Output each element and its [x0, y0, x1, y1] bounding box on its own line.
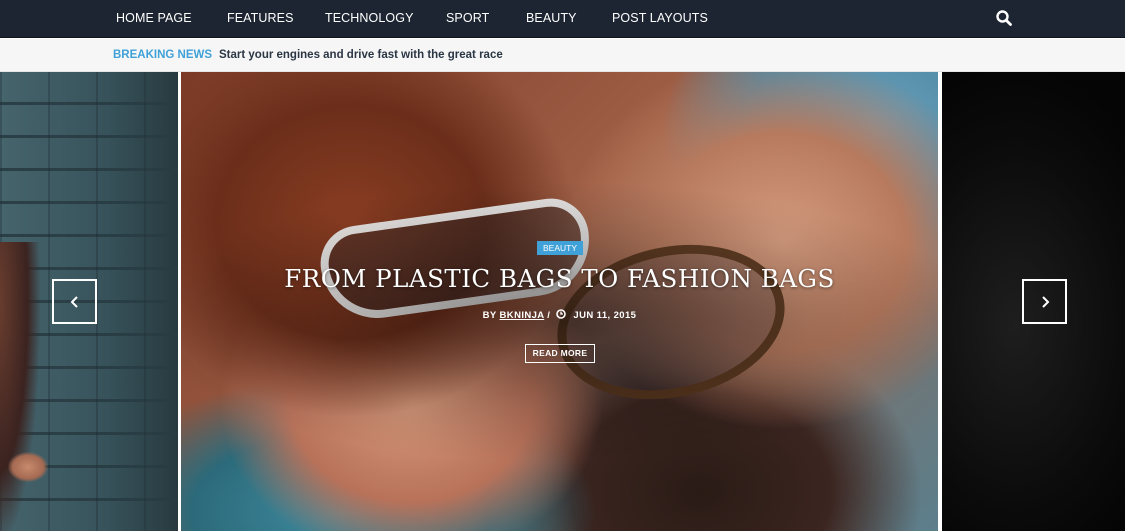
nav-item-post-layouts[interactable]: POST LAYOUTS — [612, 11, 708, 27]
main-nav: HOME PAGE FEATURES TECHNOLOGY SPORT BEAU… — [0, 0, 1125, 38]
slide-title[interactable]: FROM PLASTIC BAGS TO FASHION BAGS — [181, 264, 938, 293]
category-badge[interactable]: BEAUTY — [537, 241, 584, 255]
post-date: JUN 11, 2015 — [573, 310, 637, 321]
breaking-news-bar: BREAKING NEWS Start your engines and dri… — [0, 39, 1125, 72]
slide-caption: BEAUTY FROM PLASTIC BAGS TO FASHION BAGS… — [181, 72, 938, 531]
author-link[interactable]: BKNINJA — [500, 310, 545, 321]
person-figure — [0, 242, 40, 531]
hand-figure — [8, 452, 48, 482]
featured-slider: BEAUTY FROM PLASTIC BAGS TO FASHION BAGS… — [0, 72, 1125, 531]
nav-item-beauty[interactable]: BEAUTY — [526, 11, 577, 27]
chevron-left-icon — [70, 295, 78, 308]
nav-item-sport[interactable]: SPORT — [446, 11, 489, 27]
breaking-news-headline[interactable]: Start your engines and drive fast with t… — [219, 49, 503, 61]
meta-separator: / — [547, 310, 551, 321]
nav-item-features[interactable]: FEATURES — [227, 11, 294, 27]
slider-prev-button[interactable] — [52, 279, 97, 324]
chevron-right-icon — [1041, 295, 1049, 308]
search-icon[interactable] — [995, 9, 1015, 29]
clock-icon — [556, 309, 567, 319]
breaking-news-label: BREAKING NEWS — [113, 49, 213, 61]
read-more-button[interactable]: READ MORE — [525, 344, 595, 363]
nav-item-technology[interactable]: TECHNOLOGY — [325, 11, 414, 27]
by-prefix: BY — [482, 310, 497, 321]
slider-next-button[interactable] — [1022, 279, 1067, 324]
post-meta: BY BKNINJA / JUN 11, 2015 — [181, 309, 938, 321]
nav-item-home-page[interactable]: HOME PAGE — [116, 11, 192, 27]
